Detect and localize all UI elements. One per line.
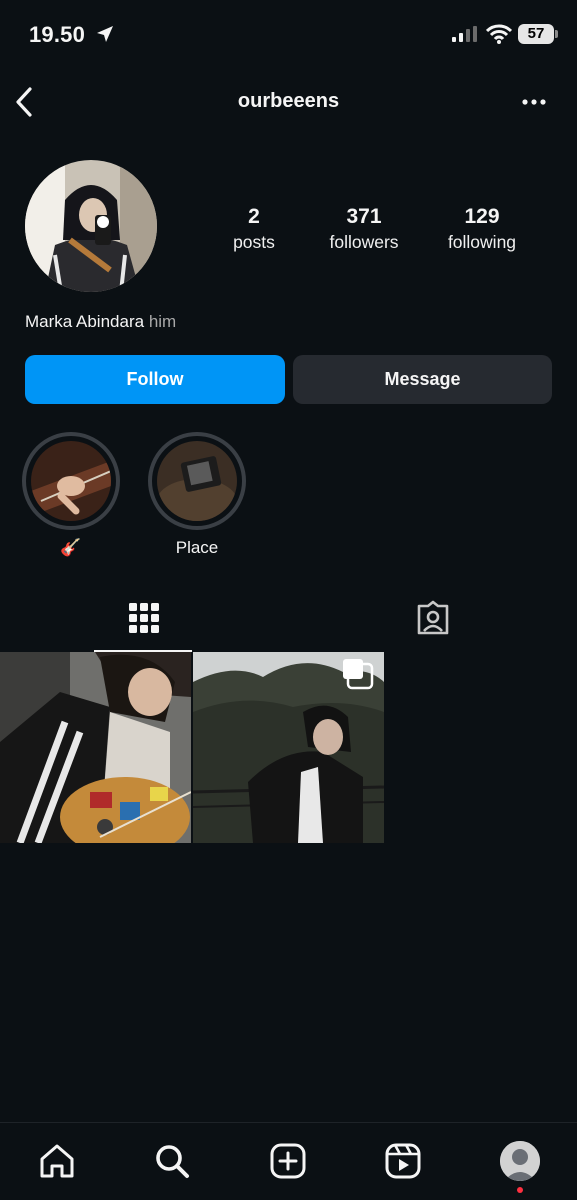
story-highlight[interactable]: Place xyxy=(148,432,246,558)
stat-followers-count: 371 xyxy=(346,205,382,228)
profile-header: ourbeeens xyxy=(0,78,577,124)
content-tabs xyxy=(0,590,577,652)
page-title: ourbeeens xyxy=(237,90,340,112)
highlight-label: Place xyxy=(175,538,219,557)
home-icon[interactable] xyxy=(35,1139,79,1183)
notification-dot xyxy=(517,1187,523,1193)
cellular-signal-icon xyxy=(452,26,477,42)
stat-following[interactable]: 129 following xyxy=(422,204,542,254)
highlight-ring xyxy=(148,432,246,530)
stat-posts[interactable]: 2 posts xyxy=(194,204,314,254)
wifi-icon xyxy=(486,24,512,44)
search-icon[interactable] xyxy=(150,1139,194,1183)
profile-pronouns: him xyxy=(148,312,177,331)
follow-button[interactable]: Follow xyxy=(25,355,285,404)
reels-icon[interactable] xyxy=(381,1139,425,1183)
status-bar: 19.50 57 xyxy=(0,0,577,70)
status-time: 19.50 xyxy=(29,22,86,47)
more-options-icon[interactable] xyxy=(520,92,550,112)
avatar-placeholder-icon xyxy=(500,1141,540,1181)
tab-tagged[interactable] xyxy=(289,590,577,652)
stat-following-count: 129 xyxy=(464,205,500,228)
story-highlight[interactable]: 🎸 xyxy=(22,432,120,558)
message-button[interactable]: Message xyxy=(293,355,552,404)
battery-tip xyxy=(555,30,558,38)
highlight-cover-place xyxy=(157,441,237,521)
grid-icon xyxy=(129,603,159,633)
profile-name: Marka Abindara xyxy=(25,312,145,331)
profile-bio: Marka Abindara him xyxy=(25,312,176,332)
battery-indicator: 57 xyxy=(518,24,554,44)
stat-followers[interactable]: 371 followers xyxy=(304,204,424,254)
create-post-icon[interactable] xyxy=(266,1139,310,1183)
stat-followers-label: followers xyxy=(329,232,399,252)
post-thumbnail[interactable] xyxy=(0,652,191,843)
post-thumbnail[interactable] xyxy=(193,652,384,843)
highlight-ring xyxy=(22,432,120,530)
tab-posts-grid[interactable] xyxy=(0,590,288,652)
stat-posts-count: 2 xyxy=(248,205,260,228)
highlight-cover-guitar xyxy=(31,441,111,521)
profile-nav-avatar[interactable] xyxy=(500,1141,540,1181)
location-arrow-icon xyxy=(97,26,113,42)
profile-avatar[interactable] xyxy=(25,160,157,292)
tagged-icon xyxy=(417,600,449,635)
stat-posts-label: posts xyxy=(233,232,275,252)
avatar-photo xyxy=(25,160,157,292)
highlight-label: 🎸 xyxy=(60,538,82,557)
stat-following-label: following xyxy=(447,232,517,252)
bottom-navigation xyxy=(0,1122,577,1200)
